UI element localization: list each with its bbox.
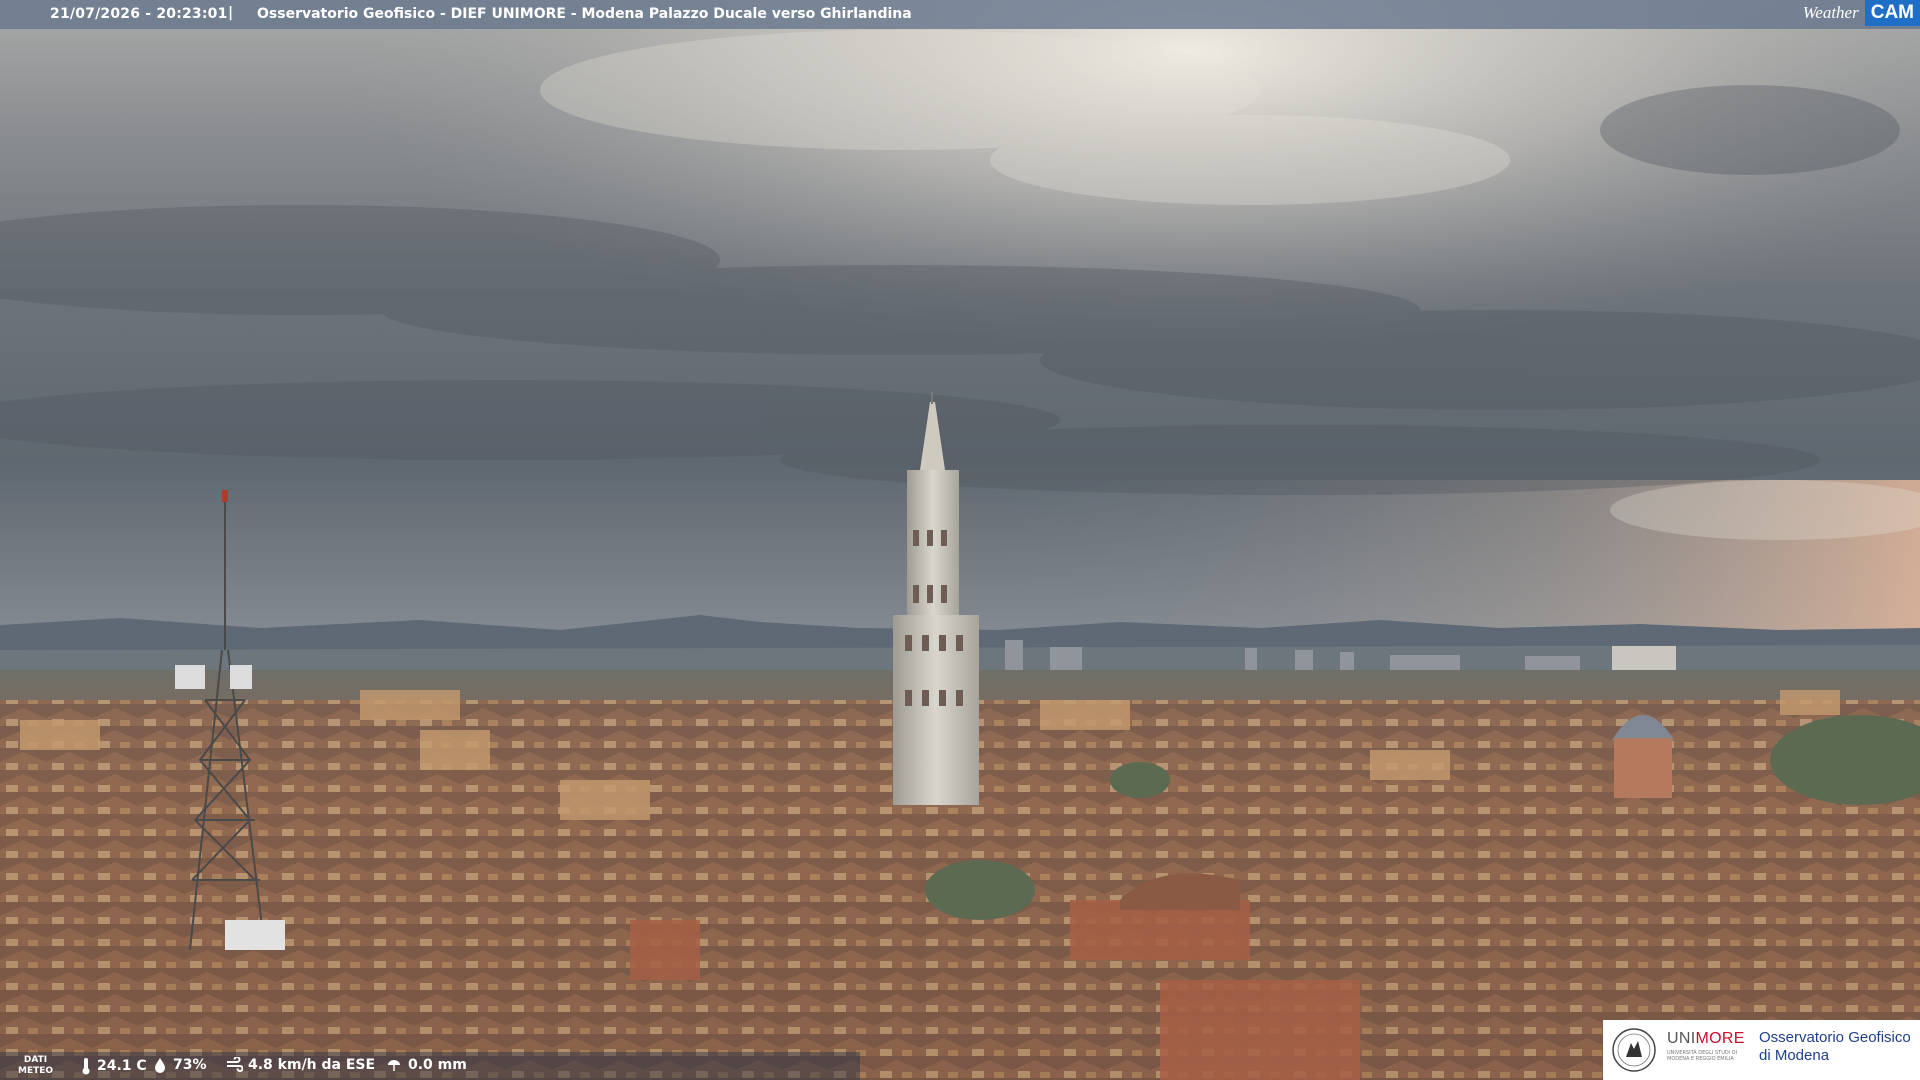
meteo-label: DATI METEO [18,1055,54,1076]
unimore-subtitle: UNIVERSITÀ DEGLI STUDI DI MODENA E REGGI… [1667,1050,1738,1062]
unimore-brand: UNIMORE [1667,1030,1745,1047]
timestamp: 21/07/2026 - 20:23:01 [50,6,228,22]
temperature-value: 24.1 C [97,1058,147,1074]
wind-reading: 4.8 km/h da ESE [225,1057,375,1073]
wind-value: 4.8 km/h da ESE [248,1057,376,1073]
meteo-data-bar: DATI METEO 24.1 C 73% 4.8 km/h da ESE 0.… [0,1052,860,1080]
humidity-reading: 73% [152,1057,207,1073]
university-seal-icon [1611,1027,1657,1073]
temperature-reading: 24.1 C [80,1057,147,1075]
header-separator: | [228,5,234,21]
observatory-name: Osservatorio Geofisico di Modena [1759,1029,1911,1064]
rain-reading: 0.0 mm [385,1057,467,1073]
weathercam-logo: Weather CAM [1799,0,1920,26]
humidity-drop-icon [152,1057,168,1073]
unimore-observatory-logo: UNIMORE UNIVERSITÀ DEGLI STUDI DI MODENA… [1603,1020,1920,1080]
webcam-photo [0,0,1920,1080]
webcam-header-bar: 21/07/2026 - 20:23:01 | Osservatorio Geo… [0,0,1920,29]
wind-icon [225,1057,243,1073]
camera-title: Osservatorio Geofisico - DIEF UNIMORE - … [257,6,912,22]
logo-cam-text: CAM [1864,0,1920,26]
rain-icon [385,1057,403,1073]
logo-weather-text: Weather [1802,3,1859,22]
thermometer-icon [80,1057,92,1075]
humidity-value: 73% [173,1057,207,1073]
rain-value: 0.0 mm [408,1057,467,1073]
